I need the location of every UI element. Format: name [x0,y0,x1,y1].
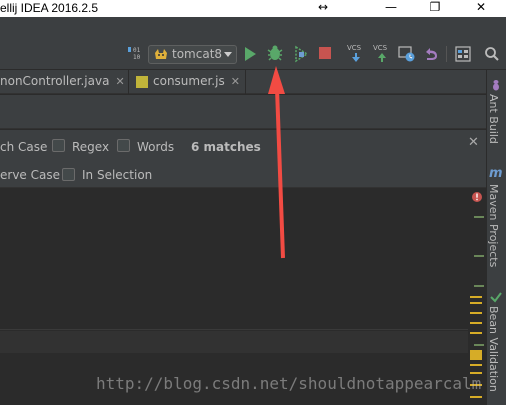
navigation-bar [0,95,486,129]
stripe-marker [470,332,482,334]
svg-text:01: 01 [133,47,141,54]
svg-text:10: 10 [133,54,141,61]
tab-divider [128,70,129,94]
chevron-down-icon [224,52,232,57]
run-icon[interactable] [243,46,257,62]
bean-validation-tool-button[interactable]: Bean Validation [487,306,500,392]
tab-label: nonController.java [0,74,110,88]
close-button[interactable]: ✕ [464,0,498,17]
maximize-button[interactable]: ❐ [418,0,452,17]
tab-consumer-js[interactable]: consumer.js ✕ [135,70,245,94]
stripe-marker [470,312,482,314]
run-configuration-name: tomcat8 [172,47,223,61]
close-find-icon[interactable]: ✕ [468,135,479,150]
stripe-marker [470,302,482,304]
maven-projects-tool-button[interactable]: Maven Projects [487,184,500,267]
error-indicator-icon [472,192,482,202]
vcs-update-icon[interactable]: VCS [347,44,367,64]
match-case-option[interactable]: ch Case [0,140,47,154]
close-tab-icon[interactable]: ✕ [231,75,240,88]
regex-checkbox[interactable] [52,139,65,152]
run-with-coverage-icon[interactable] [293,45,311,63]
in-selection-checkbox[interactable] [62,168,75,181]
minimize-button[interactable]: — [374,0,408,17]
build-project-icon[interactable]: 01 10 [127,45,143,63]
tab-divider [245,70,246,94]
match-case-label: ch Case [0,140,48,154]
current-line-highlight [0,331,468,353]
javascript-file-icon [136,76,148,88]
debug-icon[interactable] [266,44,284,62]
restore-button[interactable]: ↔ [306,0,340,17]
stripe-marker [470,322,482,324]
stripe-marker [474,285,484,287]
words-label: Words [137,140,175,154]
stripe-marker [470,296,482,298]
editor-tab-bar: nonController.java ✕ consumer.js ✕ [0,70,486,94]
regex-label: Regex [72,140,110,154]
vcs-commit-icon[interactable]: VCS [373,44,393,64]
main-toolbar-strip [0,17,506,40]
maven-icon: m [489,166,503,181]
code-editor[interactable] [0,189,486,405]
tomcat-icon [155,49,167,59]
words-checkbox[interactable] [117,139,130,152]
tab-controller-java[interactable]: nonController.java ✕ [0,70,128,94]
stripe-marker [470,350,482,360]
stop-icon[interactable] [318,46,332,60]
revert-icon[interactable] [423,46,439,62]
stripe-marker [474,216,484,218]
preserve-case-label[interactable]: erve Case [0,168,60,182]
ant-icon [493,80,499,91]
vcs-history-icon[interactable] [398,45,416,63]
ant-build-tool-button[interactable]: Ant Build [487,94,500,144]
project-structure-icon[interactable] [455,46,471,62]
tab-label: consumer.js [153,74,225,88]
close-tab-icon[interactable]: ✕ [115,75,124,88]
run-configuration-select[interactable]: tomcat8 [148,45,237,64]
stripe-marker [474,344,484,346]
window-title: ellij IDEA 2016.2.5 [0,1,99,15]
match-count: 6 matches [191,140,261,154]
stripe-marker [470,364,482,366]
in-selection-label: In Selection [82,168,153,182]
bean-validation-icon [490,292,502,303]
window-title-bar: ellij IDEA 2016.2.5 ↔ — ❐ ✕ [0,0,506,17]
stripe-marker [474,255,484,257]
editor-separator [0,329,468,330]
search-icon[interactable] [484,46,500,62]
toolbar-separator [446,46,447,62]
stripe-marker [470,396,482,398]
watermark: http://blog.csdn.net/shouldnotappearcalm [96,374,482,393]
